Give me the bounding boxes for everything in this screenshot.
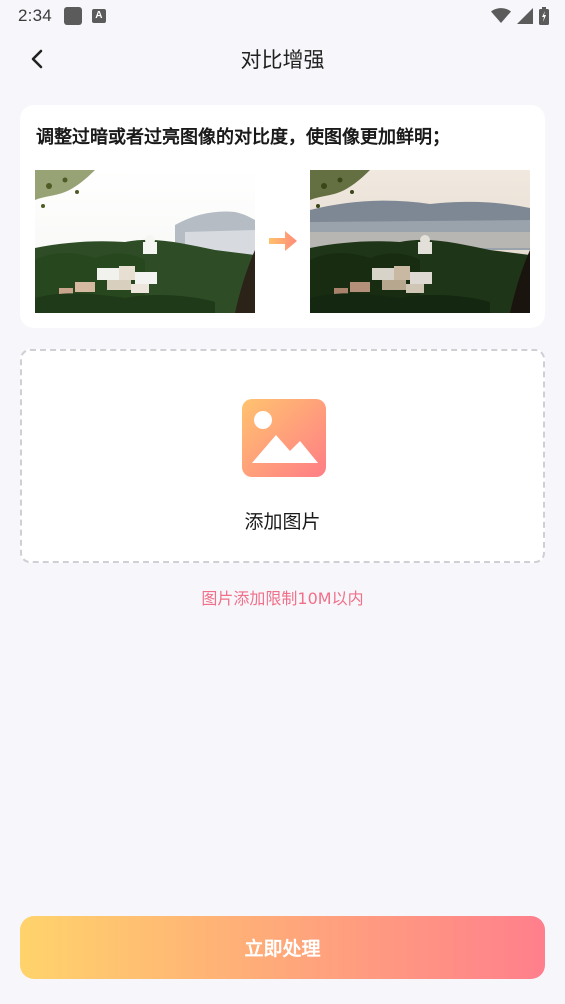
header: 对比增强	[0, 32, 565, 86]
arrow-right-icon	[269, 231, 297, 251]
feature-description: 调整过暗或者过亮图像的对比度，使图像更加鲜明；	[36, 127, 450, 148]
page-title: 对比增强	[240, 48, 325, 72]
battery-icon	[539, 7, 549, 25]
status-notification-icons: A	[63, 7, 106, 25]
status-time: 2:34	[18, 6, 52, 25]
back-button[interactable]	[22, 44, 52, 74]
wifi-icon	[491, 8, 511, 23]
process-now-button[interactable]: 立即处理	[20, 916, 545, 979]
intro-card: 调整过暗或者过亮图像的对比度，使图像更加鲜明；	[20, 105, 545, 328]
add-image-label: 添加图片	[244, 511, 321, 533]
signal-icon	[517, 8, 533, 24]
notification-a-icon: A	[91, 9, 106, 23]
image-icon	[242, 399, 326, 477]
after-landscape-illustration	[310, 170, 530, 313]
status-bar: 2:34 A	[0, 0, 565, 32]
image-size-limit-note: 图片添加限制10M以内	[201, 589, 364, 608]
status-system-icons	[491, 7, 549, 25]
chevron-left-icon	[31, 49, 43, 69]
before-landscape-illustration	[35, 170, 255, 313]
add-image-area[interactable]: 添加图片	[20, 349, 545, 563]
sample-after-image	[310, 170, 530, 313]
sample-before-image	[35, 170, 255, 313]
notification-app-icon	[63, 7, 82, 25]
